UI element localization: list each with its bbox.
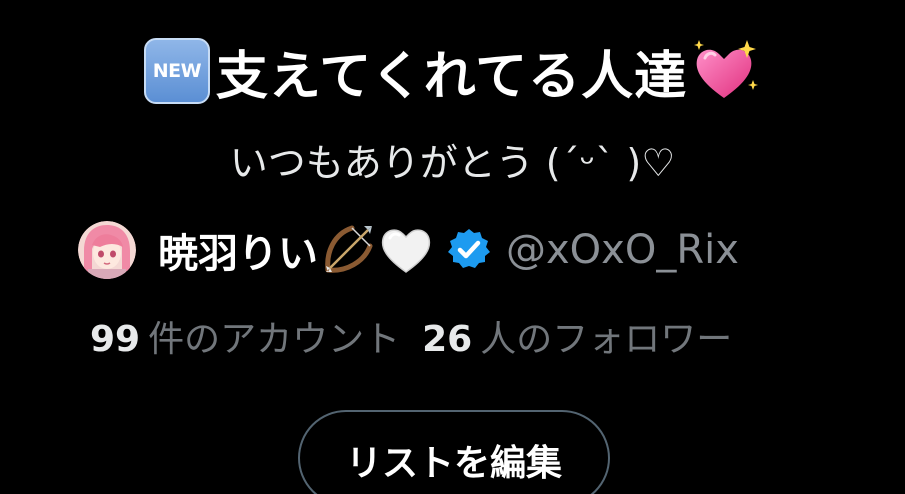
members-label[interactable]: 件のアカウント	[148, 310, 400, 362]
new-badge-label: NEW	[152, 60, 202, 82]
list-header-page: NEW 支えてくれてる人達 いつもありがとう (´ᵕ` )♡ 暁羽りい @xOx…	[0, 0, 905, 494]
owner-handle[interactable]: @xOxO_Rix	[506, 227, 739, 273]
followers-count[interactable]: 26	[422, 319, 472, 360]
white-heart-icon	[381, 229, 431, 273]
list-title-row: NEW 支えてくれてる人達	[0, 36, 905, 107]
verified-badge-icon[interactable]	[446, 227, 492, 273]
list-title: 支えてくれてる人達	[215, 46, 688, 107]
owner-display-name[interactable]: 暁羽りい	[158, 221, 318, 279]
members-count[interactable]: 99	[90, 319, 140, 360]
edit-list-button[interactable]: リストを編集	[298, 410, 610, 494]
bow-and-arrow-icon	[325, 225, 373, 273]
followers-label[interactable]: 人のフォロワー	[480, 310, 732, 362]
list-owner[interactable]: 暁羽りい @xOxO_Rix	[78, 218, 739, 282]
list-description: いつもありがとう (´ᵕ` )♡	[229, 141, 676, 185]
sparkling-heart-icon	[694, 40, 759, 98]
avatar[interactable]	[78, 221, 136, 279]
new-button-icon: NEW	[143, 38, 210, 104]
list-stats: 99 件のアカウント 26 人のフォロワー	[90, 310, 754, 362]
